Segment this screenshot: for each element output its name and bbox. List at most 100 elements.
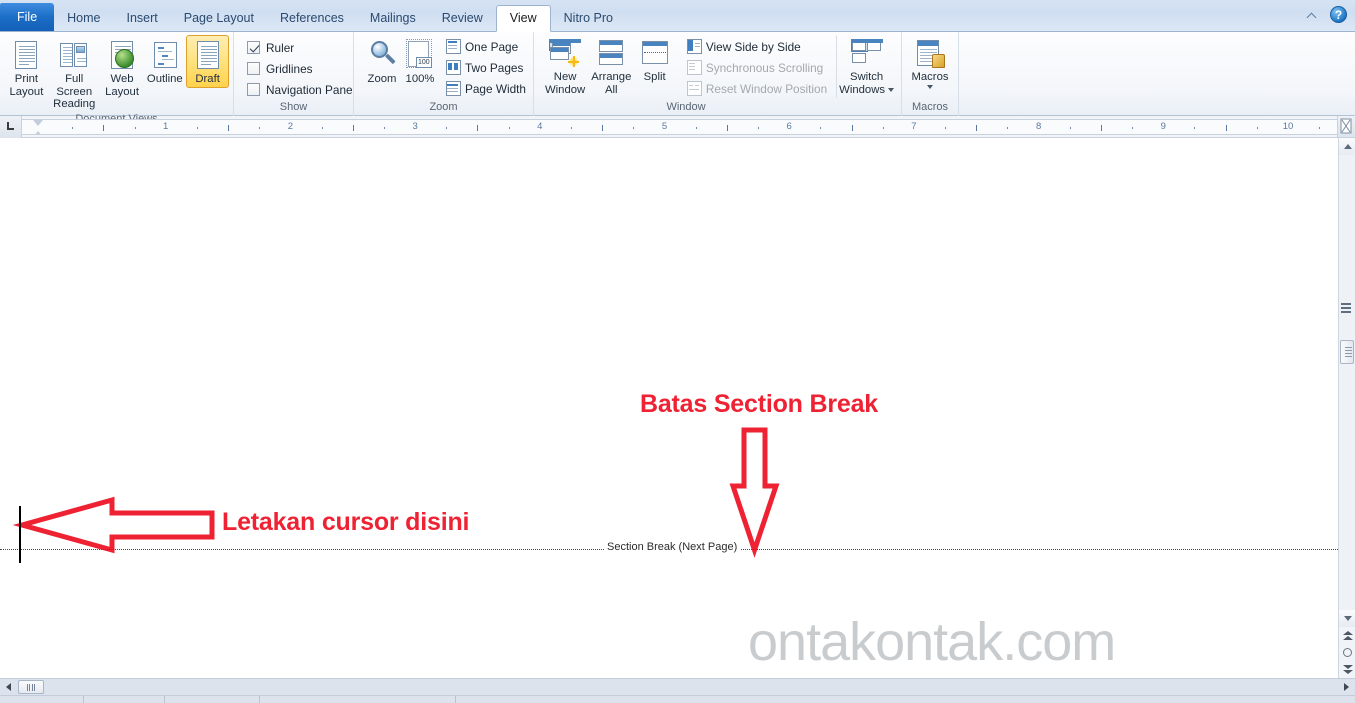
zoom-button[interactable]: Zoom	[363, 35, 401, 88]
reset-window-position-button[interactable]: Reset Window Position	[682, 78, 832, 99]
split-button[interactable]: Split	[634, 35, 674, 86]
two-pages-button[interactable]: Two Pages	[441, 57, 531, 78]
tab-mailings[interactable]: Mailings	[357, 5, 429, 31]
next-page-icon[interactable]	[1339, 661, 1355, 678]
full-screen-reading-label-1: Full Screen	[56, 73, 93, 98]
new-window-button[interactable]: New Window	[542, 35, 588, 98]
vertical-scroll-track[interactable]	[1339, 155, 1355, 610]
switch-windows-button[interactable]: Switch Windows	[836, 35, 897, 98]
macros-chevron-down-icon[interactable]	[927, 84, 933, 89]
ruler-tick	[695, 127, 697, 129]
checkbox-row-navigation-pane[interactable]: Navigation Pane	[244, 79, 356, 100]
watermark: ontakontak.com	[748, 612, 1116, 672]
outline-icon	[149, 39, 181, 71]
ruler-tick	[820, 127, 822, 129]
web-layout-button[interactable]: Web Layout	[101, 35, 144, 100]
tab-review[interactable]: Review	[429, 5, 496, 31]
view-side-by-side-button[interactable]: View Side by Side	[682, 36, 832, 57]
tab-references[interactable]: References	[267, 5, 357, 31]
macros-icon	[915, 39, 945, 69]
ruler-number: 3	[412, 121, 418, 132]
synchronous-scrolling-button[interactable]: Synchronous Scrolling	[682, 57, 832, 78]
tab-view[interactable]: View	[495, 5, 551, 32]
macros-button[interactable]: Macros	[906, 35, 954, 91]
status-bar-divider	[83, 696, 84, 703]
checkbox-row-gridlines[interactable]: Gridlines	[244, 58, 316, 79]
page-width-icon	[446, 81, 461, 96]
ruler-tick	[1319, 127, 1321, 129]
print-layout-label-1: Print	[14, 73, 39, 85]
ruler-tick	[352, 125, 354, 131]
vertical-scrollbar[interactable]	[1338, 138, 1355, 678]
tab-home[interactable]: Home	[54, 5, 113, 31]
horizontal-scrollbar[interactable]	[0, 678, 1355, 695]
help-icon[interactable]: ?	[1330, 6, 1347, 23]
group-label-show: Show	[279, 101, 308, 113]
left-tab-stop-icon[interactable]	[0, 116, 22, 138]
ribbon-group-document-views: Print Layout Full Screen Reading Web Lay…	[0, 32, 233, 125]
horizontal-ruler[interactable]: 1 2 3 4 5 6 7 8 9 10	[22, 119, 1337, 135]
web-layout-label-1: Web	[110, 73, 134, 85]
arrange-all-label-2: All	[605, 83, 618, 96]
gridlines-checkbox[interactable]	[247, 62, 260, 75]
tab-insert[interactable]: Insert	[114, 5, 171, 31]
annotation-letakan-cursor-disini: Letakan cursor disini	[222, 508, 470, 536]
full-screen-reading-button[interactable]: Full Screen Reading	[48, 35, 101, 113]
document-area: Batas Section Break Letakan cursor disin…	[0, 138, 1355, 678]
web-layout-icon	[106, 39, 138, 71]
vertical-scroll-thumb[interactable]	[1340, 340, 1354, 364]
new-window-icon	[549, 39, 582, 69]
chevron-down-icon[interactable]	[888, 87, 894, 92]
tab-file[interactable]: File	[0, 3, 55, 31]
ribbon-group-window: New Window Arrange All Split View Side b…	[533, 32, 901, 116]
horizontal-scroll-thumb[interactable]	[18, 680, 44, 694]
one-page-button[interactable]: One Page	[441, 36, 531, 57]
chevron-up-icon[interactable]	[1307, 8, 1321, 22]
group-label-zoom: Zoom	[429, 101, 458, 113]
magnifier-icon	[366, 39, 398, 71]
ruler-tick	[726, 125, 728, 131]
ribbon: Print Layout Full Screen Reading Web Lay…	[0, 32, 1355, 125]
zoom-100-button[interactable]: 100 100%	[401, 35, 439, 88]
ribbon-group-macros: Macros Macros	[901, 32, 958, 116]
switch-windows-icon	[850, 39, 883, 69]
outline-button[interactable]: Outline	[143, 35, 186, 88]
scroll-down-icon[interactable]	[1339, 610, 1355, 627]
web-layout-label-2: Layout	[105, 85, 139, 98]
ruler-tick	[1100, 125, 1102, 131]
ruler-checkbox[interactable]	[247, 41, 260, 54]
ruler-tick	[633, 127, 635, 129]
tab-nitro-pro[interactable]: Nitro Pro	[551, 5, 626, 31]
view-side-by-side-icon	[686, 39, 702, 54]
previous-page-icon[interactable]	[1339, 627, 1355, 644]
print-layout-button[interactable]: Print Layout	[5, 35, 48, 100]
checkbox-row-ruler[interactable]: Ruler	[244, 37, 297, 58]
horizontal-scroll-track[interactable]	[44, 679, 1338, 695]
select-browse-object-icon[interactable]	[1339, 644, 1355, 661]
navigation-pane-checkbox[interactable]	[247, 83, 260, 96]
draft-button[interactable]: Draft	[186, 35, 230, 88]
ruler-tick	[72, 127, 74, 129]
status-bar[interactable]	[0, 695, 1355, 703]
draft-icon	[192, 39, 224, 71]
arrange-all-button[interactable]: Arrange All	[588, 35, 634, 98]
scroll-right-icon[interactable]	[1338, 679, 1355, 695]
split-icon	[639, 39, 671, 69]
scroll-left-icon[interactable]	[0, 679, 17, 695]
zoom-label: Zoom	[367, 73, 397, 85]
indent-markers[interactable]	[33, 120, 44, 134]
ribbon-tab-bar: File Home Insert Page Layout References …	[0, 0, 1355, 32]
print-layout-icon	[10, 39, 42, 71]
scroll-up-icon[interactable]	[1339, 138, 1355, 155]
tab-page-layout[interactable]: Page Layout	[171, 5, 267, 31]
split-label: Split	[643, 71, 666, 83]
view-side-by-side-label: View Side by Side	[705, 39, 801, 54]
macros-label: Macros	[911, 71, 949, 83]
ruler-tick	[570, 127, 572, 129]
page-width-button[interactable]: Page Width	[441, 78, 531, 99]
browse-object-controls	[1339, 627, 1355, 678]
synchronous-scrolling-label: Synchronous Scrolling	[705, 60, 824, 75]
switch-windows-label-1: Switch	[849, 71, 884, 83]
document-page[interactable]: Batas Section Break Letakan cursor disin…	[0, 138, 1338, 678]
split-handle-icon[interactable]	[1341, 303, 1353, 315]
